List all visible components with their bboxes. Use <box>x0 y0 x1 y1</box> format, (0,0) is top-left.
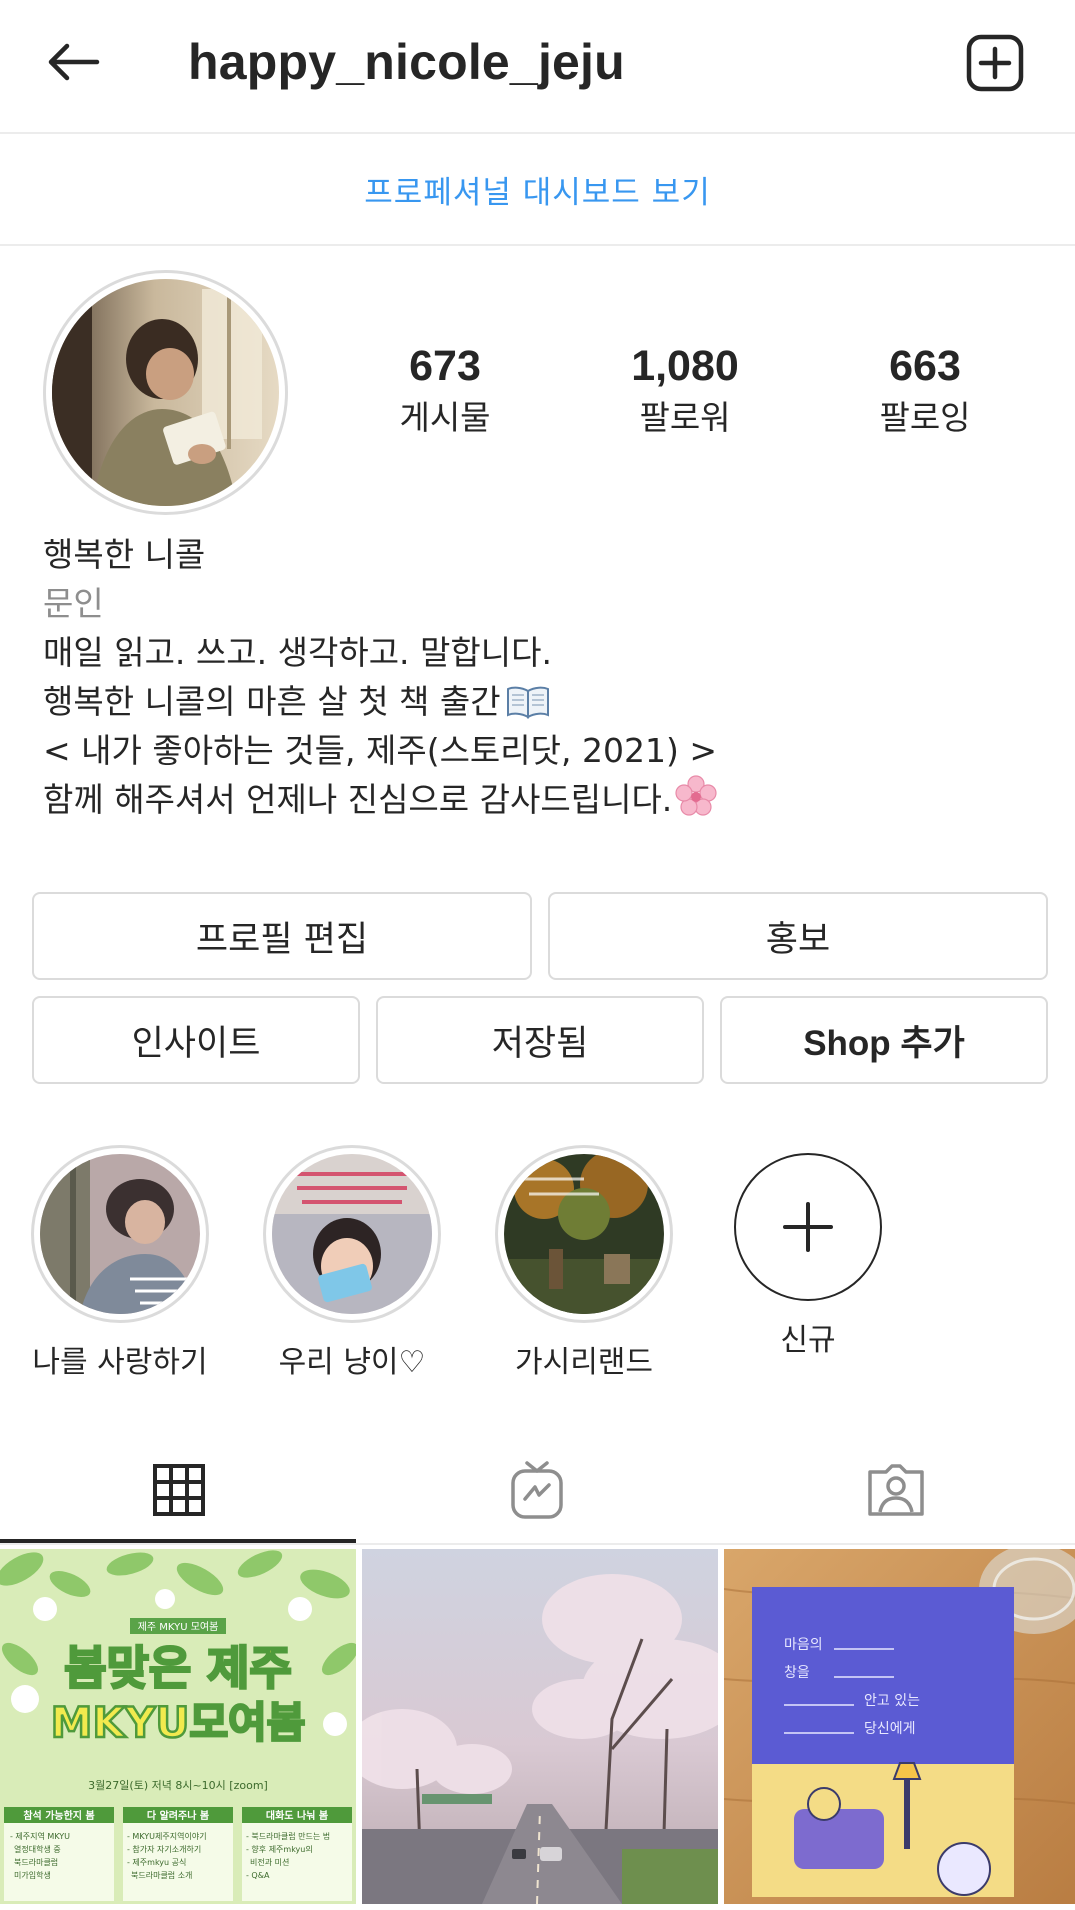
profile-bio: 행복한 니콜 문인 매일 읽고. 쓰고. 생각하고. 말합니다. 행복한 니콜의… <box>43 530 1043 824</box>
post-col-item: 비전과 미션 <box>250 1857 289 1867</box>
back-button[interactable] <box>38 30 108 94</box>
post-col-item: 열정대학생 중 <box>14 1844 61 1854</box>
tab-posts-grid[interactable] <box>0 1435 358 1545</box>
highlight-label: 나를 사랑하기 <box>32 1345 208 1380</box>
book-title-line: 당신에게 <box>864 1721 916 1737</box>
igtv-icon <box>511 1461 563 1519</box>
highlight-ring <box>495 1145 673 1323</box>
bio-line-text: 행복한 니콜의 마흔 살 첫 책 출간 <box>43 682 501 721</box>
post-col-title: 다 알려주나 봄 <box>147 1809 209 1822</box>
profile-username: happy_nicole_jeju <box>188 34 625 90</box>
followers-count[interactable]: 1,080 팔로워 <box>585 340 785 442</box>
bio-line: < 내가 좋아하는 것들, 제주(스토리닷, 2021) > <box>43 731 717 770</box>
top-bar: happy_nicole_jeju <box>0 0 1075 134</box>
plus-icon <box>783 1202 833 1252</box>
tagged-icon <box>868 1464 924 1516</box>
post-title-line: 봄맞은 제주 <box>64 1641 292 1695</box>
avatar <box>52 279 279 506</box>
bio-line: 행복한 니콜의 마흔 살 첫 책 출간 <box>43 677 1043 726</box>
active-tab-indicator <box>0 1539 356 1543</box>
post-thumbnail[interactable]: 마음의 창을 안고 있는 당신에게 <box>724 1549 1075 1904</box>
promote-button[interactable]: 홍보 <box>548 892 1048 980</box>
post-thumbnail[interactable] <box>362 1549 718 1904</box>
highlight-label: 신규 <box>780 1323 836 1358</box>
following-count-label: 팔로잉 <box>879 398 971 437</box>
edit-profile-button[interactable]: 프로필 편집 <box>32 892 532 980</box>
bio-line: 함께 해주셔서 언제나 진심으로 감사드립니다. <box>43 775 1043 824</box>
post-col-title: 참석 가능한지 봄 <box>23 1809 94 1822</box>
bio-line-text: 함께 해주셔서 언제나 진심으로 감사드립니다. <box>43 780 673 819</box>
followers-count-value: 1,080 <box>631 342 739 390</box>
insights-button[interactable]: 인사이트 <box>32 996 360 1084</box>
post-col-item: - 향후 제주mkyu의 <box>246 1844 313 1854</box>
following-count[interactable]: 663 팔로잉 <box>825 340 1025 442</box>
open-book-icon <box>506 686 549 719</box>
post-date-text: 3월27일(토) 저녁 8시~10시 [zoom] <box>88 1778 268 1792</box>
highlight-label: 우리 냥이♡ <box>278 1345 426 1380</box>
book-title-line: 창을 <box>784 1665 810 1681</box>
new-post-button[interactable] <box>960 28 1030 98</box>
posts-count-label: 게시물 <box>399 398 491 437</box>
highlight-label: 가시리랜드 <box>515 1345 653 1380</box>
highlight-ring <box>31 1145 209 1323</box>
highlight-cover <box>40 1154 200 1314</box>
cherry-blossom-icon <box>675 775 717 816</box>
highlight-gasiri-land[interactable]: 가시리랜드 <box>489 1145 679 1381</box>
post-col-title: 대화도 나눠 봄 <box>266 1809 328 1822</box>
post-col-item: - 참가자 자기소개하기 <box>127 1844 201 1854</box>
post-col-item: - Q&A <box>246 1871 270 1880</box>
post-col-item: 미가입학생 <box>14 1870 51 1880</box>
post-col-item: - MKYU제주지역이야기 <box>127 1831 207 1841</box>
highlight-love-myself[interactable]: 나를 사랑하기 <box>25 1145 215 1381</box>
profile-category: 문인 <box>43 584 104 623</box>
highlight-cover <box>272 1154 432 1314</box>
post-badge-text: 제주 MKYU 모여봄 <box>138 1621 219 1633</box>
posts-count-value: 673 <box>409 342 481 390</box>
posts-count[interactable]: 673 게시물 <box>345 340 545 442</box>
bio-line: 매일 읽고. 쓰고. 생각하고. 말합니다. <box>43 633 552 672</box>
new-highlight-button[interactable] <box>734 1153 882 1301</box>
post-thumbnail[interactable]: 제주 MKYU 모여봄 봄맞은 제주 MKYU모여봄 3월27일(토) 저녁 8… <box>0 1549 356 1904</box>
following-count-value: 663 <box>889 342 961 390</box>
add-shop-button[interactable]: Shop 추가 <box>720 996 1048 1084</box>
highlight-ring <box>263 1145 441 1323</box>
posts-grid: 제주 MKYU 모여봄 봄맞은 제주 MKYU모여봄 3월27일(토) 저녁 8… <box>0 1549 1075 1910</box>
tab-tagged[interactable] <box>717 1435 1075 1545</box>
display-name: 행복한 니콜 <box>43 535 206 574</box>
profile-tabs <box>0 1435 1075 1545</box>
highlight-new[interactable]: 신규 <box>713 1145 903 1359</box>
book-title-line: 안고 있는 <box>864 1693 920 1709</box>
grid-icon <box>153 1464 205 1516</box>
post-col-item: 북드라마클럽 <box>14 1858 58 1867</box>
professional-dashboard-link[interactable]: 프로페셔널 대시보드 보기 <box>0 134 1075 246</box>
tab-igtv[interactable] <box>358 1435 716 1545</box>
profile-avatar[interactable] <box>43 270 288 515</box>
book-title-line: 마음의 <box>784 1637 823 1653</box>
arrow-left-icon <box>48 43 100 81</box>
post-col-item: - 제주mkyu 공식 <box>127 1858 186 1867</box>
post-col-item: 북드라마클럽 소개 <box>131 1870 192 1880</box>
plus-square-icon <box>966 34 1024 92</box>
saved-button[interactable]: 저장됨 <box>376 996 704 1084</box>
post-col-item: - 제주지역 MKYU <box>10 1831 70 1841</box>
highlight-cover <box>504 1154 664 1314</box>
followers-count-label: 팔로워 <box>639 398 731 437</box>
highlight-our-cat[interactable]: 우리 냥이♡ <box>257 1145 447 1381</box>
post-title-line: MKYU모여봄 <box>51 1698 306 1747</box>
post-col-item: - 북드라마클럽 만드는 법 <box>246 1831 330 1841</box>
